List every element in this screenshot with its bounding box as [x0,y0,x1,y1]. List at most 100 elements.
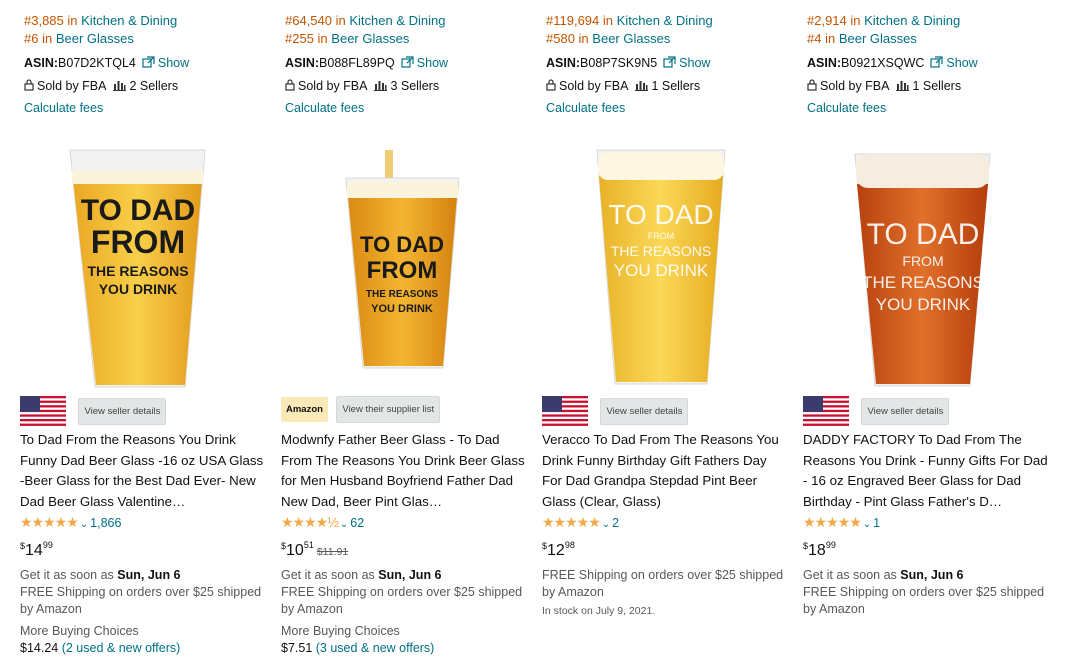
product-title-link[interactable]: To Dad From the Reasons You Drink Funny … [20,430,265,512]
sold-by-text: Sold by FBA [37,79,107,93]
sales-rank: #64,540 in Kitchen & Dining #255 in Beer… [285,12,446,48]
rank-in: in [42,31,53,46]
badge-row: View seller details [803,396,950,426]
rank-value: #64,540 [285,13,332,28]
more-buying-choices: More Buying Choices $14.24 (2 used & new… [20,623,180,657]
rating-row[interactable]: ★★★★★ ⌄ 1,866 [20,514,121,531]
show-button[interactable]: Show [401,56,448,70]
seller-info: Sold by FBA 3 Sellers [285,79,439,93]
sold-by-text: Sold by FBA [820,79,890,93]
glass-print-line: TO DAD [867,218,980,251]
chevron-down-icon: ⌄ [339,519,349,530]
bar-chart-icon [635,81,649,91]
price: $1499 [20,540,53,560]
calculate-fees-link[interactable]: Calculate fees [24,101,103,115]
asin-label: ASIN: [285,56,320,70]
sold-by-text: Sold by FBA [298,79,368,93]
external-window-icon [930,56,944,68]
rank-category-link[interactable]: Kitchen & Dining [864,13,960,28]
glass-print-line: THE REASONS [87,263,188,279]
calculate-fees-link[interactable]: Calculate fees [285,101,364,115]
glass-print-line: THE REASONS [862,273,984,292]
rank-value: #6 [24,31,39,46]
product-title-link[interactable]: Modwnfy Father Beer Glass - To Dad From … [281,430,526,512]
rank-in: in [317,31,328,46]
rank-category-link[interactable]: Beer Glasses [331,31,409,46]
view-seller-details-button[interactable]: View seller details [78,397,167,425]
asin-value: B08P7SK9N5 [580,56,658,70]
sales-rank: #119,694 in Kitchen & Dining #580 in Bee… [546,12,713,48]
asin-row: ASIN:B07D2KTQL4 Show [24,56,189,70]
price: $1298 [542,540,575,560]
asin-value: B07D2KTQL4 [58,56,136,70]
glass-print-line: FROM [648,231,675,241]
glass-print-line: FROM [91,224,185,260]
asin-label: ASIN: [24,56,59,70]
sellers-count: 1 Sellers [651,79,701,93]
sales-rank: #2,914 in Kitchen & Dining #4 in Beer Gl… [807,12,960,48]
rank-value: #255 [285,31,314,46]
delivery-date: Sun, Jun 6 [117,568,181,582]
sold-by-text: Sold by FBA [559,79,629,93]
rank-category-link[interactable]: Beer Glasses [56,31,134,46]
price: $1051$11.91 [281,540,348,560]
show-button[interactable]: Show [142,56,189,70]
glass-print-line: YOU DRINK [371,303,433,315]
offers-link[interactable]: (3 used & new offers) [316,641,435,655]
asin-label: ASIN: [807,56,842,70]
product-card: #3,885 in Kitchen & Dining #6 in Beer Gl… [20,0,270,670]
lock-icon [24,79,34,91]
offers-link[interactable]: (2 used & new offers) [62,641,181,655]
calculate-fees-link[interactable]: Calculate fees [546,101,625,115]
rank-category-link[interactable]: Kitchen & Dining [617,13,713,28]
rank-in: in [578,31,589,46]
asin-row: ASIN:B0921XSQWC Show [807,56,978,70]
show-button[interactable]: Show [930,56,978,70]
asin-row: ASIN:B088FL89PQ Show [285,56,448,70]
calculate-fees-link[interactable]: Calculate fees [807,101,886,115]
mbc-price: $14.24 [20,641,59,655]
price-whole: 14 [25,542,43,559]
show-label: Show [416,56,449,70]
price-fraction: 98 [564,540,575,550]
view-seller-details-button[interactable]: View seller details [600,397,689,425]
product-image[interactable]: TO DAD FROM THE REASONS YOU DRINK [281,140,531,390]
view-supplier-list-button[interactable]: View their supplier list [336,396,441,423]
glass-print-line: THE REASONS [366,289,439,300]
product-image[interactable]: TO DAD FROM THE REASONS YOU DRINK [542,140,792,390]
product-image[interactable]: TO DAD FROM THE REASONS YOU DRINK [20,140,270,390]
rating-row[interactable]: ★★★★★ ⌄ 1 [803,514,880,531]
rank-value: #3,885 [24,13,64,28]
bar-chart-icon [896,81,910,91]
product-title-link[interactable]: DADDY FACTORY To Dad From The Reasons Yo… [803,430,1048,512]
external-window-icon [142,56,155,68]
product-image[interactable]: TO DAD FROM THE REASONS YOU DRINK [803,140,1053,390]
show-label: Show [679,56,711,70]
asin-value: B0921XSQWC [841,56,925,70]
glass-print-line: TO DAD [608,199,713,230]
glass-print-line: FROM [902,253,943,269]
view-seller-details-button[interactable]: View seller details [861,397,950,425]
glass-print-line: TO DAD [81,194,195,227]
badge-row: View seller details [20,396,167,426]
rating-row[interactable]: ★★★★½ ⌄ 62 [281,514,364,531]
mbc-label: More Buying Choices [281,624,400,638]
us-flag-icon [542,396,588,426]
rating-count: 1,866 [90,516,122,530]
sellers-count: 3 Sellers [390,79,440,93]
show-button[interactable]: Show [663,56,710,70]
shipping-text: FREE Shipping on orders over $25 shipped… [281,585,523,616]
glass-print-line: FROM [367,257,438,284]
product-title-link[interactable]: Veracco To Dad From The Reasons You Drin… [542,430,787,512]
lock-icon [285,79,295,91]
us-flag-icon [803,396,849,426]
asin-value: B088FL89PQ [319,56,395,70]
rank-category-link[interactable]: Beer Glasses [839,31,917,46]
rank-in: in [825,31,836,46]
rating-row[interactable]: ★★★★★ ⌄ 2 [542,514,619,531]
sellers-count: 2 Sellers [129,79,179,93]
rank-category-link[interactable]: Kitchen & Dining [349,13,445,28]
rank-category-link[interactable]: Kitchen & Dining [81,13,177,28]
rank-category-link[interactable]: Beer Glasses [592,31,670,46]
delivery-prefix: Get it as soon as [20,568,114,582]
